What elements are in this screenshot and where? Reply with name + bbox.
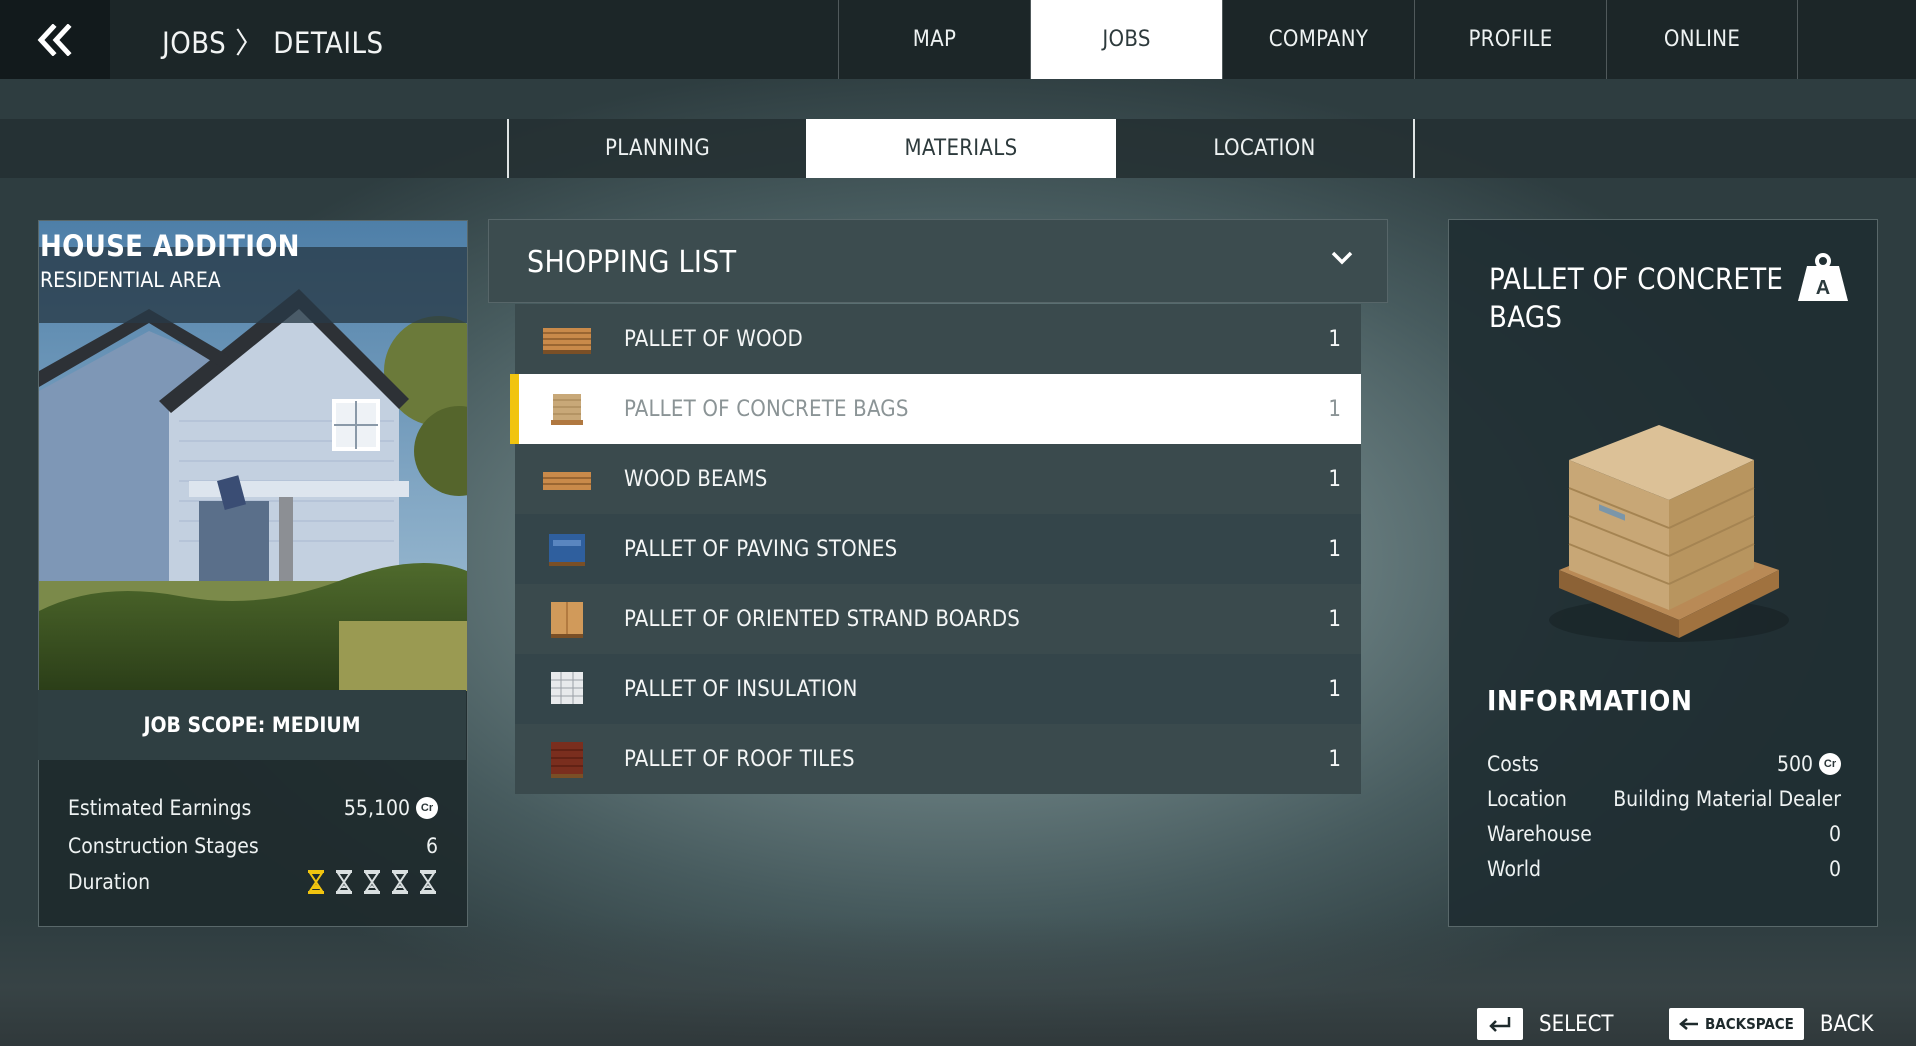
item-qty: 1 (1328, 326, 1341, 352)
shopping-list: PALLET OF WOOD 1 PALLET OF CONCRETE BAGS… (510, 304, 1361, 794)
credits-icon: Cr (416, 797, 438, 819)
select-hint[interactable]: SELECT (1477, 1008, 1614, 1040)
wood-pallet-icon (543, 328, 591, 354)
list-item[interactable]: WOOD BEAMS 1 (515, 444, 1361, 514)
info-value: Building Material Dealer (1613, 787, 1841, 811)
tab-online[interactable]: ONLINE (1606, 0, 1798, 79)
back-button[interactable] (0, 0, 110, 79)
stat-label: Duration (68, 870, 151, 894)
stat-construction-stages: Construction Stages 6 (68, 831, 438, 861)
sub-tab-bar: PLANNING MATERIALS LOCATION (0, 119, 1916, 178)
stat-estimated-earnings: Estimated Earnings 55,100 Cr (68, 793, 438, 823)
tab-jobs[interactable]: JOBS (1030, 0, 1222, 79)
item-qty: 1 (1328, 466, 1341, 492)
selection-indicator (510, 374, 519, 444)
information-heading: INFORMATION (1487, 684, 1693, 717)
credits-icon: Cr (1819, 753, 1841, 775)
list-item[interactable]: PALLET OF PAVING STONES 1 (515, 514, 1361, 584)
tab-company[interactable]: COMPANY (1222, 0, 1414, 79)
info-label: Location (1487, 787, 1567, 811)
back-label: BACK (1819, 1011, 1874, 1037)
breadcrumb: JOBS 〉 DETAILS (162, 26, 384, 60)
info-value: 0 (1828, 857, 1841, 881)
tab-location[interactable]: LOCATION (1116, 119, 1413, 178)
top-bar: JOBS 〉 DETAILS MAP JOBS COMPANY PROFILE … (0, 0, 1916, 79)
item-detail-title: PALLET OF CONCRETE BAGS (1489, 262, 1784, 334)
list-item[interactable]: PALLET OF INSULATION 1 (515, 654, 1361, 724)
list-item[interactable]: PALLET OF ORIENTED STRAND BOARDS 1 (515, 584, 1361, 654)
weight-class-icon: A (1798, 253, 1848, 301)
job-subtitle: RESIDENTIAL AREA (40, 268, 221, 292)
stat-duration: Duration (68, 867, 438, 897)
item-name: PALLET OF ROOF TILES (624, 746, 855, 772)
tab-map[interactable]: MAP (838, 0, 1030, 79)
shopping-list-title: SHOPPING LIST (527, 245, 737, 280)
stat-value: 6 (425, 834, 438, 858)
tab-materials[interactable]: MATERIALS (806, 119, 1116, 178)
concrete-bags-icon (551, 394, 583, 425)
stat-value: 55,100 (343, 796, 410, 820)
background-ground (0, 916, 1916, 1046)
item-qty: 1 (1328, 746, 1341, 772)
item-detail-panel: PALLET OF CONCRETE BAGS A INFORMATION Co… (1448, 219, 1878, 927)
back-hint[interactable]: BACKSPACE BACK (1669, 1008, 1873, 1040)
info-label: World (1487, 857, 1542, 881)
sub-tabs: PLANNING MATERIALS LOCATION (507, 119, 1415, 178)
hourglass-empty-icon (364, 870, 380, 894)
item-qty: 1 (1328, 536, 1341, 562)
hourglass-empty-icon (392, 870, 408, 894)
arrow-left-icon (1679, 1018, 1698, 1030)
paving-stones-icon (549, 534, 585, 566)
tab-profile[interactable]: PROFILE (1414, 0, 1606, 79)
info-location: Location Building Material Dealer (1487, 784, 1841, 814)
info-warehouse: Warehouse 0 (1487, 819, 1841, 849)
backspace-key: BACKSPACE (1669, 1008, 1804, 1040)
item-name: PALLET OF ORIENTED STRAND BOARDS (624, 606, 1021, 632)
main-tabs: MAP JOBS COMPANY PROFILE ONLINE (838, 0, 1798, 79)
insulation-icon (551, 672, 583, 704)
info-value: 500 (1776, 752, 1813, 776)
list-item[interactable]: PALLET OF ROOF TILES 1 (515, 724, 1361, 794)
chevron-down-icon (1331, 251, 1353, 265)
info-costs: Costs 500 Cr (1487, 749, 1841, 779)
item-name: PALLET OF WOOD (624, 326, 803, 352)
enter-key-icon (1477, 1008, 1523, 1040)
osb-boards-icon (551, 602, 583, 638)
info-label: Warehouse (1487, 822, 1592, 846)
concrete-bags-pallet-image (1549, 425, 1789, 642)
hourglass-empty-icon (336, 870, 352, 894)
stat-label: Estimated Earnings (68, 796, 252, 820)
list-item[interactable]: PALLET OF WOOD 1 (515, 304, 1361, 374)
item-name: PALLET OF PAVING STONES (624, 536, 898, 562)
shopping-list-header[interactable]: SHOPPING LIST (488, 219, 1388, 303)
hourglass-empty-icon (420, 870, 436, 894)
duration-hourglasses (306, 869, 438, 895)
info-label: Costs (1487, 752, 1539, 776)
item-name: WOOD BEAMS (624, 466, 768, 492)
item-name: PALLET OF CONCRETE BAGS (624, 396, 909, 422)
double-chevron-left-icon (37, 23, 72, 56)
info-value: 0 (1828, 822, 1841, 846)
roof-tiles-icon (551, 742, 583, 778)
job-title: HOUSE ADDITION (40, 229, 300, 263)
item-qty: 1 (1328, 396, 1341, 422)
item-qty: 1 (1328, 676, 1341, 702)
item-name: PALLET OF INSULATION (624, 676, 858, 702)
select-label: SELECT (1539, 1011, 1614, 1037)
list-item-selected[interactable]: PALLET OF CONCRETE BAGS 1 (510, 374, 1361, 444)
info-world: World 0 (1487, 854, 1841, 884)
wood-beams-icon (543, 472, 591, 490)
weight-class-label: A (1816, 277, 1830, 299)
item-qty: 1 (1328, 606, 1341, 632)
tab-planning[interactable]: PLANNING (509, 119, 806, 178)
hourglass-filled-icon (308, 870, 324, 894)
backspace-key-label: BACKSPACE (1705, 1015, 1794, 1033)
stat-label: Construction Stages (68, 834, 259, 858)
